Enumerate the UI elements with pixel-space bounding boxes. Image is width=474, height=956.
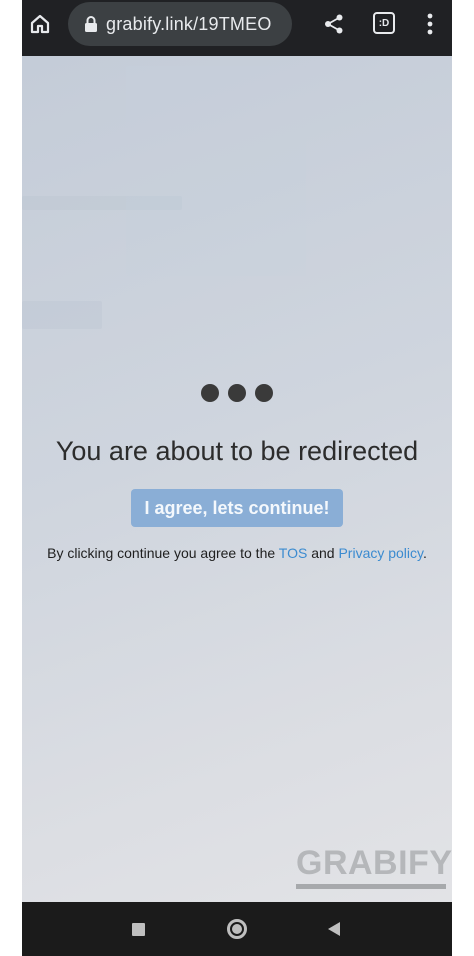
- loading-dot: [228, 384, 246, 402]
- web-content: You are about to be redirected I agree, …: [22, 56, 452, 902]
- privacy-policy-link[interactable]: Privacy policy: [338, 545, 423, 561]
- disclaimer-prefix: By clicking continue you agree to the: [47, 545, 279, 561]
- disclaimer-suffix: .: [423, 545, 427, 561]
- browser-toolbar: grabify.link/19TMEO :D: [22, 0, 452, 56]
- recents-square-icon[interactable]: [132, 923, 145, 936]
- disclaimer-and: and: [307, 545, 339, 561]
- background-shape: [22, 301, 102, 329]
- redirect-headline: You are about to be redirected: [55, 436, 419, 466]
- brand-text: GRABIFY: [296, 844, 452, 882]
- more-vert-icon[interactable]: [422, 10, 438, 38]
- home-icon[interactable]: [26, 10, 54, 38]
- loading-dots-icon: [22, 384, 452, 402]
- grabify-logo: GRABIFY: [296, 844, 452, 889]
- home-circle-icon[interactable]: [227, 919, 247, 939]
- agree-continue-button[interactable]: I agree, lets continue!: [131, 489, 343, 527]
- back-triangle-icon[interactable]: [328, 922, 340, 936]
- address-bar[interactable]: grabify.link/19TMEO: [68, 2, 292, 46]
- loading-dot: [255, 384, 273, 402]
- brand-underline: [296, 884, 446, 889]
- terms-disclaimer: By clicking continue you agree to the TO…: [22, 545, 452, 561]
- tos-link[interactable]: TOS: [279, 545, 308, 561]
- share-icon[interactable]: [320, 10, 348, 38]
- tab-switcher-label: :D: [378, 17, 390, 29]
- loading-dot: [201, 384, 219, 402]
- tab-switcher-button[interactable]: :D: [373, 12, 395, 34]
- background-shape: [126, 66, 306, 276]
- lock-icon: [84, 15, 98, 33]
- system-navbar: [22, 902, 452, 956]
- home-circle-inner: [232, 924, 242, 934]
- url-text: grabify.link/19TMEO: [106, 13, 272, 34]
- phone-screen: grabify.link/19TMEO :D You are about to …: [0, 0, 474, 956]
